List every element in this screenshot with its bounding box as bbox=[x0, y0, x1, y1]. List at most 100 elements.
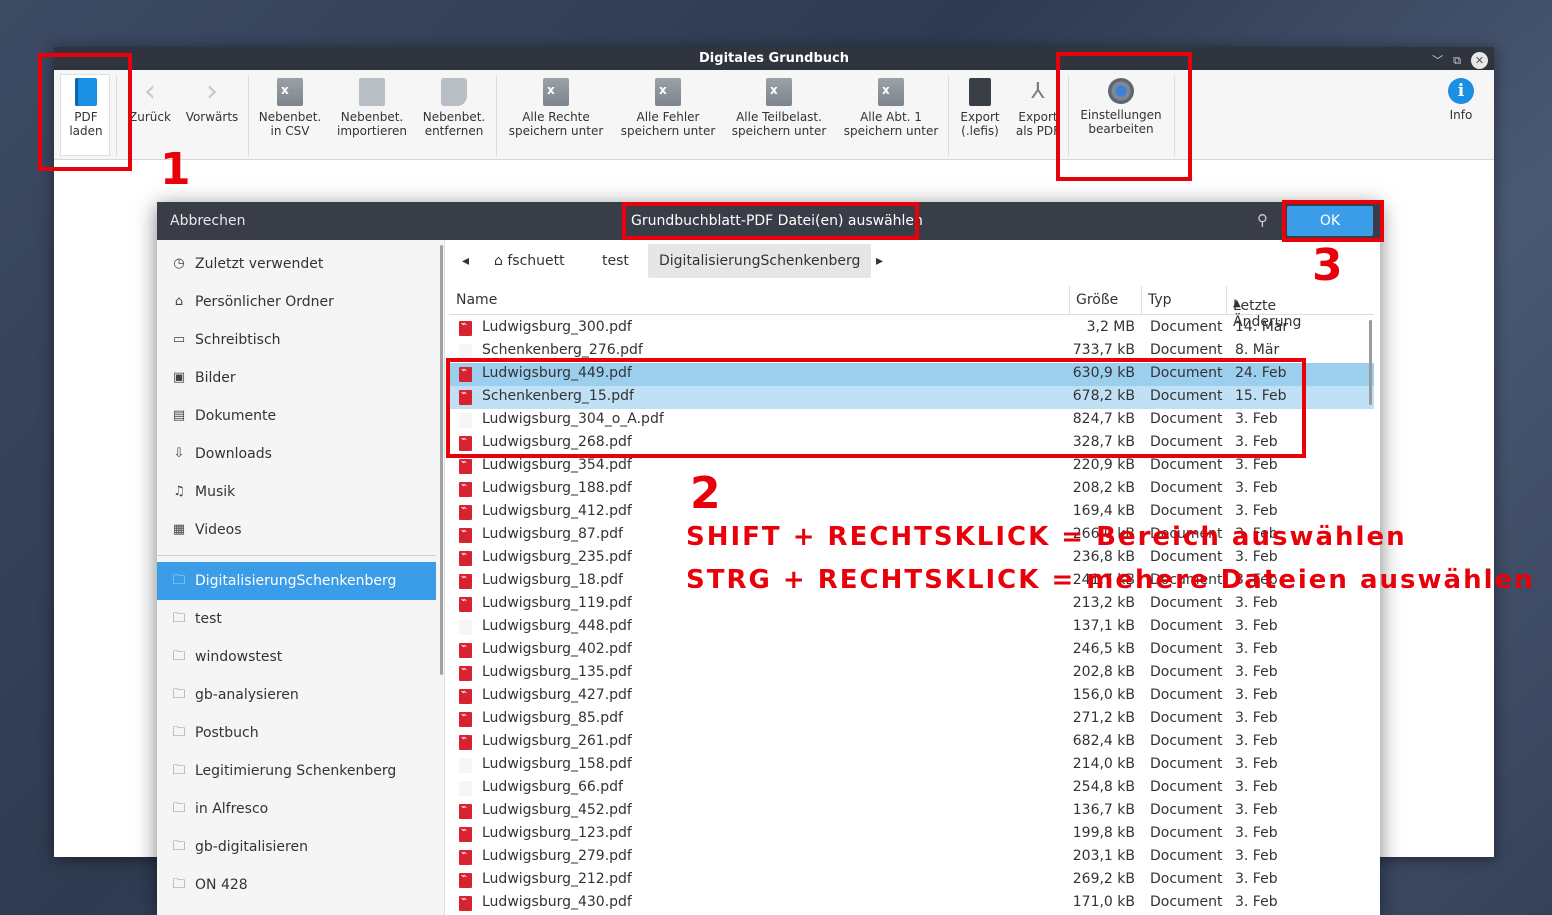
sidebar-item-documents[interactable]: ▤ Dokumente bbox=[157, 397, 444, 435]
sidebar-item-bookmark[interactable]: 🗀 test bbox=[157, 600, 444, 638]
sidebar-separator bbox=[157, 555, 436, 556]
sidebar-item-label: ON 428 bbox=[195, 877, 248, 893]
column-type[interactable]: Typ bbox=[1148, 292, 1172, 308]
nebenbet-remove-button[interactable]: Nebenbet. entfernen bbox=[420, 78, 488, 138]
file-row[interactable]: Ludwigsburg_261.pdf 682,4 kB Document 3. Fe… bbox=[449, 731, 1374, 754]
minimize-icon[interactable]: ﹀ bbox=[1432, 49, 1443, 72]
sidebar-item-pictures[interactable]: ▣ Bilder bbox=[157, 359, 444, 397]
sidebar-item-bookmark[interactable]: 🗀 Postbuch bbox=[157, 714, 444, 752]
cancel-button[interactable]: Abbrechen bbox=[170, 213, 245, 229]
sort-ascending-icon: ▲ bbox=[1233, 298, 1241, 309]
forward-button[interactable]: › Vorwärts bbox=[184, 77, 240, 125]
file-size: 220,9 kB bbox=[1072, 457, 1135, 473]
export-lefis-button[interactable]: Export (.lefis) bbox=[954, 78, 1006, 138]
sidebar-item-label: in Alfresco bbox=[195, 801, 269, 817]
annotation-box-ok bbox=[1282, 200, 1384, 242]
folder-icon: 🗀 bbox=[172, 801, 186, 816]
sidebar-item-home[interactable]: ⌂ Persönlicher Ordner bbox=[157, 283, 444, 321]
file-row[interactable]: Ludwigsburg_452.pdf 136,7 kB Document 3. Fe… bbox=[449, 800, 1374, 823]
column-name[interactable]: Name bbox=[456, 292, 497, 308]
save-teilbelast-button[interactable]: Alle Teilbelast. speichern unter bbox=[726, 78, 832, 138]
sidebar-item-bookmark[interactable]: 🗀 ON 428 bbox=[157, 866, 444, 904]
file-row[interactable]: Ludwigsburg_300.pdf 3,2 MB Document 14. Mär bbox=[449, 317, 1374, 340]
file-row[interactable]: Ludwigsburg_123.pdf 199,8 kB Document 3. Fe… bbox=[449, 823, 1374, 846]
annotation-step-2: 2 bbox=[690, 468, 721, 519]
file-name: Ludwigsburg_188.pdf bbox=[482, 480, 632, 496]
restore-icon[interactable]: ⧉ bbox=[1453, 49, 1461, 72]
column-size[interactable]: Größe bbox=[1076, 292, 1118, 308]
file-row[interactable]: Ludwigsburg_188.pdf 208,2 kB Document 3. Fe… bbox=[449, 478, 1374, 501]
folder-icon: 🗀 bbox=[172, 649, 186, 664]
annotation-hint-shift: SHIFT + RECHTSKLICK = Bereich auswählen bbox=[686, 522, 1407, 552]
spreadsheet-icon bbox=[655, 78, 681, 106]
file-row[interactable]: Ludwigsburg_279.pdf 203,1 kB Document 3. Fe… bbox=[449, 846, 1374, 869]
sidebar-item-recent[interactable]: ◷ Zuletzt verwendet bbox=[157, 245, 444, 283]
file-row[interactable]: Ludwigsburg_354.pdf 220,9 kB Document 3. Fe… bbox=[449, 455, 1374, 478]
path-home-button[interactable]: ⌂ fschuett bbox=[483, 244, 576, 278]
info-icon: i bbox=[1448, 78, 1474, 104]
info-button[interactable]: i Info bbox=[1440, 78, 1482, 122]
file-row[interactable]: Ludwigsburg_448.pdf 137,1 kB Document 3. Fe… bbox=[449, 616, 1374, 639]
path-bar: ◂ ⌂ fschuett test DigitalisierungSchenke… bbox=[449, 244, 1379, 280]
save-fehler-button[interactable]: Alle Fehler speichern unter bbox=[616, 78, 720, 138]
pdf-file-icon bbox=[459, 526, 472, 543]
nebenbet-import-button[interactable]: Nebenbet. importieren bbox=[334, 78, 410, 138]
path-current-segment[interactable]: DigitalisierungSchenkenberg bbox=[648, 244, 872, 278]
sidebar-item-bookmark[interactable]: 🗀 DigitalisierungSchenkenberg bbox=[157, 562, 436, 600]
file-row[interactable]: Ludwigsburg_66.pdf 254,8 kB Document 3. Feb bbox=[449, 777, 1374, 800]
path-forward-icon[interactable]: ▸ bbox=[865, 244, 894, 278]
save-abt1-button[interactable]: Alle Abt. 1 speichern unter bbox=[840, 78, 942, 138]
sidebar-item-desktop[interactable]: ▭ Schreibtisch bbox=[157, 321, 444, 359]
folder-icon: 🗀 bbox=[172, 573, 186, 588]
file-size: 3,2 MB bbox=[1086, 319, 1135, 335]
pdf-file-icon bbox=[459, 894, 472, 911]
annotation-box-selection bbox=[446, 358, 1306, 458]
file-icon bbox=[459, 620, 472, 635]
back-button[interactable]: ‹ Zurück bbox=[126, 77, 174, 125]
annotation-box-dialog-title bbox=[622, 202, 919, 240]
sidebar-scrollbar[interactable] bbox=[440, 245, 443, 675]
pdf-file-icon bbox=[459, 572, 472, 589]
path-segment[interactable]: test bbox=[591, 244, 640, 278]
forward-label: Vorwärts bbox=[185, 110, 239, 124]
import-icon bbox=[359, 78, 385, 106]
file-row[interactable]: Ludwigsburg_402.pdf 246,5 kB Document 3. Fe… bbox=[449, 639, 1374, 662]
pdf-file-icon bbox=[459, 480, 472, 497]
sidebar-item-music[interactable]: ♫ Musik bbox=[157, 473, 444, 511]
sidebar-item-videos[interactable]: ▦ Videos bbox=[157, 511, 444, 549]
sidebar-item-bookmark[interactable]: 🗀 windowstest bbox=[157, 638, 444, 676]
file-list-scrollbar[interactable] bbox=[1369, 320, 1372, 405]
folder-icon: 🗀 bbox=[172, 877, 186, 892]
info-label: Info bbox=[1449, 108, 1473, 122]
sidebar-item-bookmark[interactable]: 🗀 gb-digitalisieren bbox=[157, 828, 444, 866]
sidebar-item-bookmark[interactable]: 🗀 in Alfresco bbox=[157, 790, 444, 828]
pdf-file-icon bbox=[459, 825, 472, 842]
file-name: Ludwigsburg_119.pdf bbox=[482, 595, 632, 611]
file-row[interactable]: Ludwigsburg_119.pdf 213,2 kB Document 3. Fe… bbox=[449, 593, 1374, 616]
spreadsheet-icon bbox=[878, 78, 904, 106]
window-title: Digitales Grundbuch bbox=[699, 51, 849, 66]
file-type: Document bbox=[1150, 457, 1223, 473]
annotation-step-3: 3 bbox=[1312, 240, 1343, 291]
close-icon[interactable]: ✕ bbox=[1471, 52, 1488, 69]
remove-icon bbox=[441, 78, 467, 106]
file-row[interactable]: Ludwigsburg_158.pdf 214,0 kB Document 3. Fe… bbox=[449, 754, 1374, 777]
search-icon[interactable]: ⚲ bbox=[1257, 211, 1275, 229]
file-row[interactable]: Ludwigsburg_212.pdf 269,2 kB Document 3. Fe… bbox=[449, 869, 1374, 892]
nebenbet-csv-button[interactable]: Nebenbet. in CSV bbox=[256, 78, 324, 138]
file-row[interactable]: Ludwigsburg_412.pdf 169,4 kB Document 3. Fe… bbox=[449, 501, 1374, 524]
sidebar-item-downloads[interactable]: ⇩ Downloads bbox=[157, 435, 444, 473]
file-row[interactable]: Ludwigsburg_427.pdf 156,0 kB Document 3. Fe… bbox=[449, 685, 1374, 708]
pdf-file-icon bbox=[459, 595, 472, 612]
sidebar-item-bookmark[interactable]: 🗀 Legitimierung Schenkenberg bbox=[157, 752, 444, 790]
file-row[interactable]: Ludwigsburg_135.pdf 202,8 kB Document 3. Fe… bbox=[449, 662, 1374, 685]
save-rechte-button[interactable]: Alle Rechte speichern unter bbox=[504, 78, 608, 138]
file-row[interactable]: Ludwigsburg_430.pdf 171,0 kB Document 3. Fe… bbox=[449, 892, 1374, 915]
pdf-export-icon: ⅄ bbox=[1031, 79, 1045, 104]
file-size: 171,0 kB bbox=[1072, 894, 1135, 910]
sidebar-item-label: Downloads bbox=[195, 446, 272, 462]
path-back-icon[interactable]: ◂ bbox=[451, 244, 480, 278]
sidebar-item-label: gb-analysieren bbox=[195, 687, 299, 703]
sidebar-item-bookmark[interactable]: 🗀 gb-analysieren bbox=[157, 676, 444, 714]
file-row[interactable]: Ludwigsburg_85.pdf 271,2 kB Document 3. Feb bbox=[449, 708, 1374, 731]
